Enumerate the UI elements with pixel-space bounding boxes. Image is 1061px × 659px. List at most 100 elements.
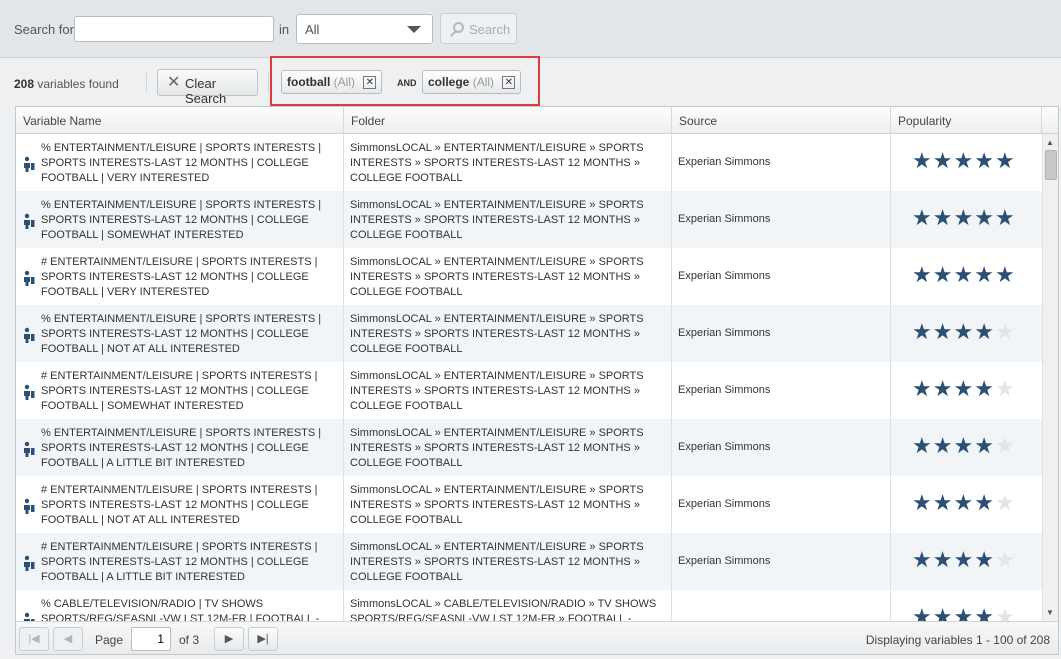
grid-header: Variable Name Folder Source Popularity — [16, 107, 1058, 134]
search-icon — [453, 22, 464, 33]
scope-select[interactable]: All — [296, 14, 433, 44]
close-icon: ✕ — [167, 74, 181, 91]
scrollbar-thumb[interactable] — [1045, 150, 1057, 180]
star-filled-icon: ★ — [953, 319, 975, 344]
star-filled-icon: ★ — [974, 490, 995, 515]
star-empty-icon: ★ — [994, 433, 1016, 458]
variable-type-icon — [23, 612, 35, 621]
star-filled-icon: ★ — [932, 262, 954, 287]
star-filled-icon: ★ — [932, 376, 954, 401]
folder-cell: SimmonsLOCAL » ENTERTAINMENT/LEISURE » S… — [344, 248, 672, 305]
column-header-folder[interactable]: Folder — [344, 107, 672, 134]
search-input[interactable] — [74, 16, 274, 42]
folder-cell: SimmonsLOCAL » CABLE/TELEVISION/RADIO » … — [344, 590, 672, 621]
popularity-cell: ★★★★★ — [891, 419, 1042, 476]
results-count: 208 variables found — [14, 77, 119, 91]
variable-name-cell: % ENTERTAINMENT/LEISURE | SPORTS INTERES… — [16, 134, 344, 191]
clear-search-label: Clear Search — [185, 76, 227, 106]
popularity-cell: ★★★★★ — [891, 590, 1042, 622]
variable-type-icon — [23, 213, 35, 229]
next-page-button[interactable]: ▶ — [214, 627, 244, 651]
variable-name-text: % ENTERTAINMENT/LEISURE | SPORTS INTERES… — [41, 427, 322, 469]
scroll-down-icon[interactable]: ▼ — [1046, 608, 1054, 617]
column-header-variable-name[interactable]: Variable Name — [16, 107, 344, 134]
star-filled-icon: ★ — [974, 319, 995, 344]
variable-name-cell: # ENTERTAINMENT/LEISURE | SPORTS INTERES… — [16, 533, 344, 590]
scope-select-value: All — [305, 22, 320, 37]
page-label: Page — [95, 633, 124, 647]
column-header-source[interactable]: Source — [672, 107, 891, 134]
source-cell: Experian Simmons — [672, 305, 891, 362]
page-number-input[interactable] — [131, 627, 171, 651]
table-row[interactable]: % CABLE/TELEVISION/RADIO | TV SHOWS SPOR… — [16, 590, 1042, 621]
variable-name-cell: # ENTERTAINMENT/LEISURE | SPORTS INTERES… — [16, 476, 344, 533]
star-filled-icon: ★ — [953, 433, 975, 458]
popularity-cell: ★★★★★ — [891, 248, 1042, 305]
star-filled-icon: ★ — [974, 262, 995, 287]
paging-info: Displaying variables 1 - 100 of 208 — [865, 633, 1050, 647]
variable-type-icon — [23, 327, 35, 343]
table-row[interactable]: % ENTERTAINMENT/LEISURE | SPORTS INTERES… — [16, 305, 1042, 362]
search-button[interactable]: Search — [440, 13, 517, 44]
folder-cell: SimmonsLOCAL » ENTERTAINMENT/LEISURE » S… — [344, 533, 672, 590]
star-filled-icon: ★ — [912, 604, 933, 622]
column-header-popularity[interactable]: Popularity — [891, 107, 1042, 134]
grid-body: % ENTERTAINMENT/LEISURE | SPORTS INTERES… — [16, 134, 1042, 621]
popularity-cell: ★★★★★ — [891, 134, 1042, 191]
table-row[interactable]: # ENTERTAINMENT/LEISURE | SPORTS INTERES… — [16, 476, 1042, 533]
star-empty-icon: ★ — [994, 490, 1016, 515]
search-label: Search for — [14, 22, 74, 37]
last-page-button[interactable]: ▶| — [248, 627, 278, 651]
vertical-scrollbar[interactable]: ▲ ▼ — [1042, 134, 1058, 621]
popularity-cell: ★★★★★ — [891, 191, 1042, 248]
star-filled-icon: ★ — [912, 205, 933, 230]
source-cell: Experian Simmons — [672, 362, 891, 419]
divider — [268, 73, 269, 93]
table-row[interactable]: # ENTERTAINMENT/LEISURE | SPORTS INTERES… — [16, 533, 1042, 590]
clear-search-button[interactable]: ✕ Clear Search — [157, 69, 258, 106]
folder-cell: SimmonsLOCAL » ENTERTAINMENT/LEISURE » S… — [344, 476, 672, 533]
popularity-stars: ★★★★★ — [912, 206, 1036, 230]
variable-name-text: # ENTERTAINMENT/LEISURE | SPORTS INTERES… — [41, 256, 318, 298]
star-filled-icon: ★ — [953, 604, 975, 622]
star-filled-icon: ★ — [953, 148, 975, 173]
star-filled-icon: ★ — [932, 604, 954, 622]
popularity-cell: ★★★★★ — [891, 362, 1042, 419]
variable-name-text: # ENTERTAINMENT/LEISURE | SPORTS INTERES… — [41, 484, 318, 526]
star-filled-icon: ★ — [953, 490, 975, 515]
pagination-bar: |◀ ◀ Page of 3 ▶ ▶| Displaying variables… — [16, 621, 1058, 654]
variables-grid: Variable Name Folder Source Popularity %… — [15, 106, 1059, 655]
star-empty-icon: ★ — [994, 547, 1016, 572]
prev-page-button[interactable]: ◀ — [53, 627, 83, 651]
star-filled-icon: ★ — [953, 376, 975, 401]
star-filled-icon: ★ — [912, 319, 933, 344]
table-row[interactable]: % ENTERTAINMENT/LEISURE | SPORTS INTERES… — [16, 134, 1042, 191]
table-row[interactable]: % ENTERTAINMENT/LEISURE | SPORTS INTERES… — [16, 419, 1042, 476]
folder-cell: SimmonsLOCAL » ENTERTAINMENT/LEISURE » S… — [344, 305, 672, 362]
star-filled-icon: ★ — [953, 205, 975, 230]
variable-name-text: % ENTERTAINMENT/LEISURE | SPORTS INTERES… — [41, 142, 322, 184]
popularity-stars: ★★★★★ — [912, 434, 1036, 458]
popularity-cell: ★★★★★ — [891, 476, 1042, 533]
folder-cell: SimmonsLOCAL » ENTERTAINMENT/LEISURE » S… — [344, 191, 672, 248]
results-count-number: 208 — [14, 77, 35, 91]
variable-name-cell: % ENTERTAINMENT/LEISURE | SPORTS INTERES… — [16, 419, 344, 476]
table-row[interactable]: % ENTERTAINMENT/LEISURE | SPORTS INTERES… — [16, 191, 1042, 248]
search-bar: Search for in All Search — [0, 0, 1061, 58]
variable-name-cell: # ENTERTAINMENT/LEISURE | SPORTS INTERES… — [16, 248, 344, 305]
popularity-stars: ★★★★★ — [912, 377, 1036, 401]
first-page-button[interactable]: |◀ — [19, 627, 49, 651]
star-filled-icon: ★ — [932, 547, 954, 572]
star-filled-icon: ★ — [974, 376, 995, 401]
highlight-annotation — [270, 56, 540, 106]
star-filled-icon: ★ — [953, 262, 975, 287]
star-filled-icon: ★ — [953, 547, 975, 572]
results-count-label: variables found — [37, 77, 119, 91]
scroll-up-icon[interactable]: ▲ — [1046, 138, 1054, 147]
table-row[interactable]: # ENTERTAINMENT/LEISURE | SPORTS INTERES… — [16, 248, 1042, 305]
star-filled-icon: ★ — [912, 547, 933, 572]
source-cell: Experian Simmons — [672, 476, 891, 533]
popularity-cell: ★★★★★ — [891, 533, 1042, 590]
table-row[interactable]: # ENTERTAINMENT/LEISURE | SPORTS INTERES… — [16, 362, 1042, 419]
star-empty-icon: ★ — [994, 319, 1016, 344]
